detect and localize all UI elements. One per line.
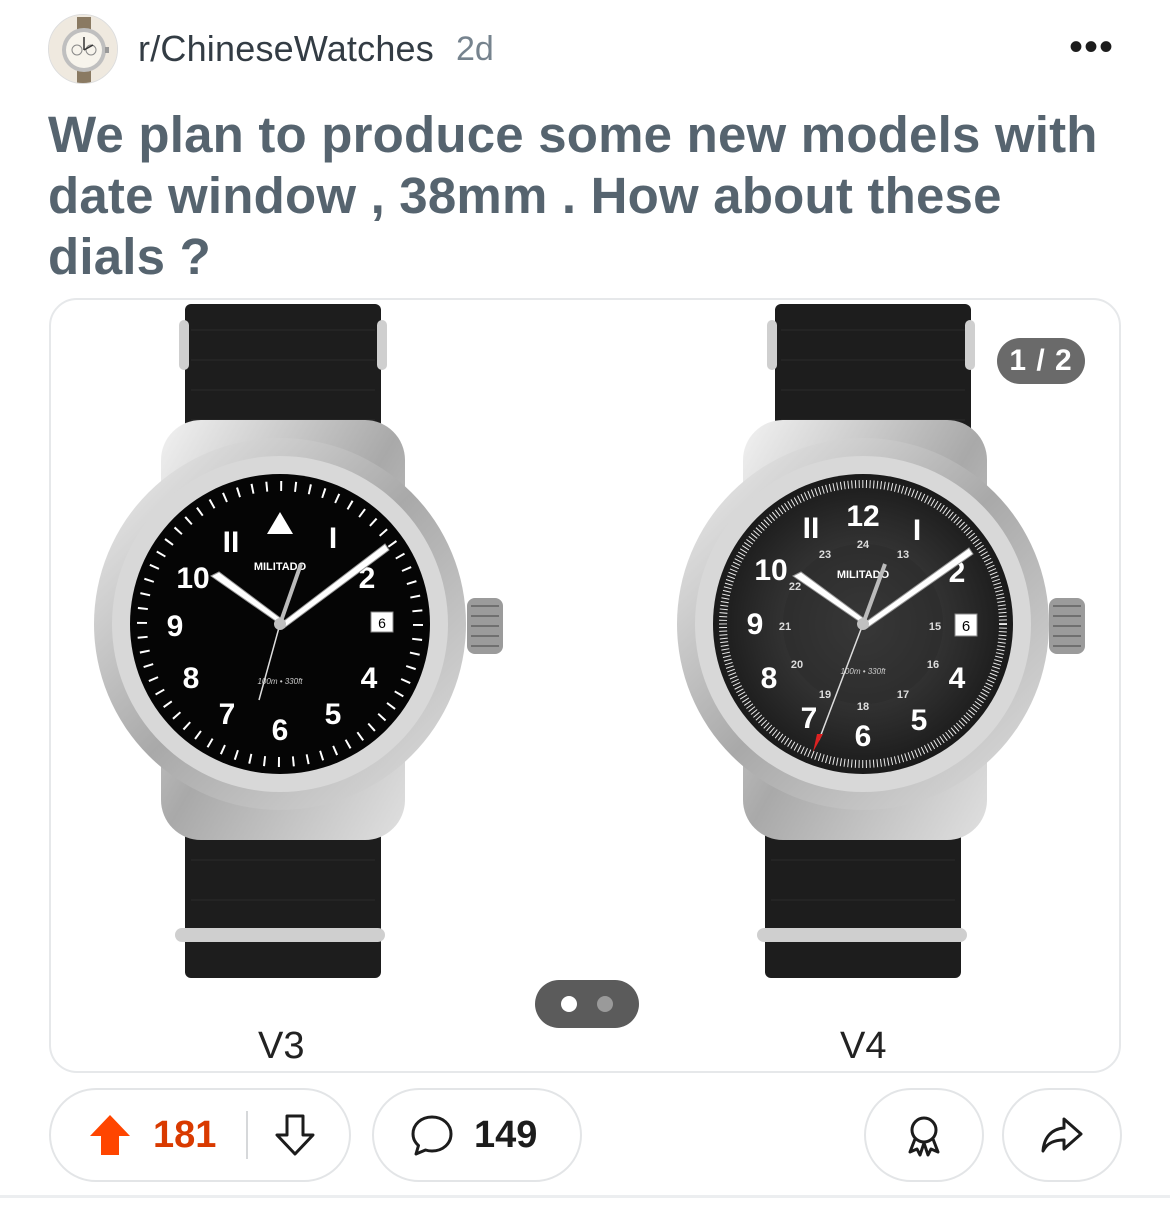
upvote-icon[interactable] xyxy=(87,1112,133,1158)
share-icon xyxy=(1041,1117,1083,1153)
svg-text:6: 6 xyxy=(272,714,289,747)
upvote-count: 181 xyxy=(153,1113,217,1156)
pagination-dot[interactable] xyxy=(597,996,613,1012)
caption-v4: V4 xyxy=(840,1025,887,1067)
award-icon xyxy=(908,1116,940,1157)
divider xyxy=(0,1195,1170,1198)
svg-text:19: 19 xyxy=(819,689,831,701)
svg-text:II: II xyxy=(223,526,240,559)
vote-divider xyxy=(246,1111,249,1159)
svg-text:5: 5 xyxy=(325,698,342,731)
svg-text:4: 4 xyxy=(949,662,966,695)
svg-text:23: 23 xyxy=(819,549,831,561)
gallery-counter: 1 / 2 xyxy=(997,338,1085,384)
comment-icon xyxy=(411,1115,453,1156)
share-button[interactable] xyxy=(1002,1088,1122,1182)
svg-text:18: 18 xyxy=(857,701,869,713)
v4-depth: 100m • 330ft xyxy=(840,667,886,676)
svg-text:9: 9 xyxy=(747,608,764,641)
v3-numeral-10: 10 xyxy=(176,562,209,595)
post-actions: 181 149 xyxy=(0,1088,1170,1182)
subreddit-name[interactable]: r/ChineseWatches xyxy=(138,28,434,70)
svg-text:16: 16 xyxy=(927,659,939,671)
svg-text:8: 8 xyxy=(183,662,200,695)
comments-button[interactable]: 149 xyxy=(372,1088,582,1182)
svg-text:7: 7 xyxy=(801,702,818,735)
svg-text:24: 24 xyxy=(857,539,870,551)
post-title[interactable]: We plan to produce some new models with … xyxy=(48,104,1108,287)
svg-text:I: I xyxy=(913,514,921,547)
svg-text:13: 13 xyxy=(897,549,909,561)
svg-text:6: 6 xyxy=(855,720,872,753)
pagination-dot-active[interactable] xyxy=(561,996,577,1012)
v3-date: 6 xyxy=(378,615,386,631)
svg-text:17: 17 xyxy=(897,689,909,701)
image-gallery[interactable]: II I 10 2 9 8 4 7 6 5 MILITADO 100m • 33… xyxy=(49,298,1121,1073)
svg-text:5: 5 xyxy=(911,704,928,737)
svg-text:8: 8 xyxy=(761,662,778,695)
award-button[interactable] xyxy=(864,1088,984,1182)
svg-text:15: 15 xyxy=(929,621,941,633)
svg-text:II: II xyxy=(803,512,820,545)
post-age: 2d xyxy=(455,29,494,68)
comment-count: 149 xyxy=(474,1113,538,1156)
svg-text:10: 10 xyxy=(754,554,787,587)
svg-text:7: 7 xyxy=(219,698,236,731)
vote-control: 181 xyxy=(49,1088,351,1182)
svg-text:12: 12 xyxy=(846,500,879,533)
post-header: r/ChineseWatches 2d ••• xyxy=(48,14,1128,84)
svg-text:I: I xyxy=(329,522,337,555)
more-horizontal-icon[interactable]: ••• xyxy=(1069,27,1114,67)
svg-text:21: 21 xyxy=(779,621,791,633)
watch-image-v3: II I 10 2 9 8 4 7 6 5 MILITADO 100m • 33… xyxy=(94,304,503,978)
caption-v3: V3 xyxy=(258,1025,305,1067)
subreddit-avatar[interactable] xyxy=(48,14,118,84)
downvote-icon[interactable] xyxy=(272,1112,318,1158)
v4-date: 6 xyxy=(962,618,970,635)
gallery-pagination[interactable] xyxy=(535,980,639,1028)
watch-image-v4: 12 II I 10 2 9 8 4 7 6 5 24 23 13 22 21 … xyxy=(677,304,1085,978)
svg-text:4: 4 xyxy=(361,662,378,695)
svg-text:22: 22 xyxy=(789,581,801,593)
svg-text:20: 20 xyxy=(791,659,803,671)
svg-text:9: 9 xyxy=(167,610,184,643)
